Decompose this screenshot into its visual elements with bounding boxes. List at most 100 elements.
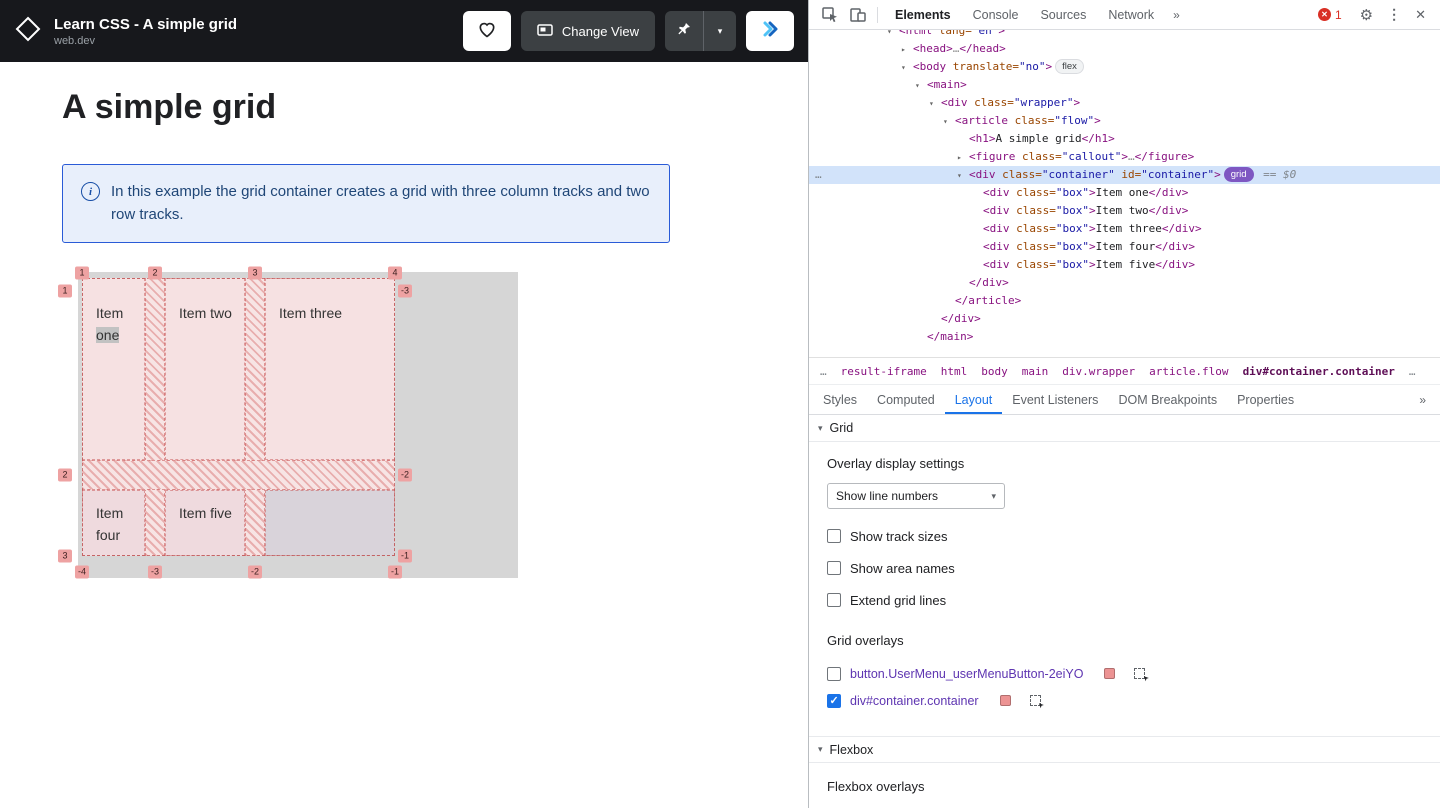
change-view-button[interactable]: Change View [520,11,655,51]
close-devtools-icon[interactable]: ✕ [1409,7,1432,23]
subtabs-wrap: Styles Computed Layout Event Listeners DOM B… [813,385,1304,414]
breadcrumb-item[interactable]: body [974,365,1015,378]
tree-line[interactable]: <div class="box">Item three</div> [809,220,1440,238]
open-in-app-button[interactable] [746,11,794,51]
tree-line[interactable]: ▸ <head>…</head> [809,40,1440,58]
collapse-arrow-icon[interactable]: ▾ [957,167,969,185]
select-element-icon[interactable] [1029,695,1041,706]
flex-badge[interactable]: flex [1055,59,1084,74]
code-token: > [1214,168,1221,181]
code-token: translate= [952,60,1019,73]
tree-line[interactable]: ▾ <body translate="no"> flex [809,58,1440,76]
tree-line[interactable]: <h1>A simple grid</h1> [809,130,1440,148]
collapse-arrow-icon[interactable]: ▾ [915,77,927,95]
code-token: "box" [1055,258,1089,271]
code-token: class= [1016,258,1056,271]
breadcrumb-item[interactable]: main [1015,365,1056,378]
device-toolbar-icon[interactable] [845,3,871,27]
tree-line[interactable]: <div class="box">Item five</div> [809,256,1440,274]
tree-line[interactable]: </article> [809,292,1440,310]
tree-line[interactable]: <div class="box">Item two</div> [809,202,1440,220]
more-subtabs-icon[interactable]: » [1409,393,1436,407]
code-token: <head> [913,42,953,55]
settings-gear-icon[interactable]: ⚙ [1354,6,1379,24]
tree-line[interactable]: … ▾ <div class="container" id="container">… [809,166,1440,184]
breadcrumb-item[interactable]: div.wrapper [1055,365,1142,378]
overlay-checkbox[interactable] [827,666,841,681]
grid-overlay-visualization: Item one Item two Item three Item four I… [58,266,518,579]
pin-dropdown-button[interactable]: ▾ [703,11,736,51]
breadcrumb-item[interactable]: result-iframe [834,365,934,378]
checkbox[interactable] [827,561,841,575]
tab-sources[interactable]: Sources [1029,0,1097,30]
tree-line[interactable]: ▾ <article class="flow"> [809,112,1440,130]
kebab-menu-icon[interactable]: ⋮ [1381,6,1407,23]
breadcrumb-item[interactable]: article.flow [1142,365,1235,378]
overlay-display-select[interactable]: Show line numbers ▾ [827,483,1005,509]
overlay-color-swatch[interactable] [1104,668,1116,679]
breadcrumb-item[interactable]: … [813,365,834,378]
flexbox-section-header[interactable]: ▾ Flexbox [809,736,1440,763]
subtab-layout[interactable]: Layout [945,385,1003,414]
more-tabs-icon[interactable]: » [1167,8,1186,22]
error-badge[interactable]: ✕ 1 [1317,8,1342,22]
tab-elements[interactable]: Elements [884,0,962,30]
tree-line[interactable]: ▾ <main> [809,76,1440,94]
select-element-icon[interactable] [1134,668,1146,679]
code-token: "box" [1055,240,1089,253]
devtools-panel: Elements Console Sources Network » ✕ 1 ⚙ ⋮ … [808,0,1440,808]
breadcrumb-item[interactable]: div#container.container [1236,365,1402,378]
overlay-element-link[interactable]: div#container.container [850,694,979,708]
tab-console[interactable]: Console [962,0,1030,30]
subtab-properties[interactable]: Properties [1227,385,1304,414]
subtab-styles[interactable]: Styles [813,385,867,414]
breadcrumb-item[interactable]: html [934,365,975,378]
tab-network[interactable]: Network [1097,0,1165,30]
overlay-color-swatch[interactable] [999,695,1011,706]
tree-line[interactable]: ▾ <html lang="en"> [809,30,1440,40]
code-token: <div [969,168,1003,181]
grid-badge[interactable]: grid [1223,167,1254,182]
breadcrumb-item[interactable]: … [1402,365,1423,378]
favorite-button[interactable] [462,11,511,51]
tree-line[interactable]: <div class="box">Item four</div> [809,238,1440,256]
code-token: class= [1016,222,1056,235]
grid-item-five: Item five [165,490,245,556]
overlay-element-link[interactable]: button.UserMenu_userMenuButton-2eiYO [850,667,1083,681]
expand-arrow-icon[interactable]: ▸ [957,149,969,167]
collapse-arrow-icon[interactable]: ▾ [901,59,913,77]
collapse-arrow-icon[interactable]: ▾ [943,113,955,131]
browser-pane: Learn CSS - A simple grid web.dev Change… [0,0,808,808]
inspect-element-icon[interactable] [817,3,843,27]
expand-arrow-icon[interactable]: ▸ [901,41,913,59]
tree-line[interactable]: <div class="box">Item one</div> [809,184,1440,202]
grid-line-number: -2 [247,565,263,579]
grid-section-header[interactable]: ▾ Grid [809,415,1440,442]
more-actions-ellipsis[interactable]: … [815,166,823,184]
tree-line[interactable]: </div> [809,310,1440,328]
subtab-dom-breakpoints[interactable]: DOM Breakpoints [1108,385,1227,414]
code-token: "no" [1018,60,1046,73]
tree-line[interactable]: ▸ <figure class="callout">…</figure> [809,148,1440,166]
collapse-arrow-icon[interactable]: ▾ [929,95,941,113]
checkbox[interactable] [827,593,841,607]
overlay-checkbox[interactable] [827,693,841,708]
grid-line-number: 1 [58,284,72,298]
tree-line[interactable]: </main> [809,328,1440,346]
tree-line[interactable]: </div> [809,274,1440,292]
grid-item-four: Item four [82,490,145,556]
code-token: class= [1016,240,1056,253]
code-token: > [1089,204,1096,217]
code-token: "box" [1055,204,1089,217]
code-token: > [1089,186,1096,199]
tree-line[interactable]: ▾ <div class="wrapper"> [809,94,1440,112]
webdev-logo-icon[interactable] [14,15,42,48]
devtools-toolbar: Elements Console Sources Network » ✕ 1 ⚙ ⋮ … [809,0,1440,30]
code-token: <div [983,240,1017,253]
grid-section-body: Overlay display settings Show line numbe… [809,442,1440,794]
subtab-computed[interactable]: Computed [867,385,945,414]
pin-button[interactable] [665,11,703,51]
subtab-event-listeners[interactable]: Event Listeners [1002,385,1108,414]
code-token: > [1089,240,1096,253]
checkbox[interactable] [827,529,841,543]
